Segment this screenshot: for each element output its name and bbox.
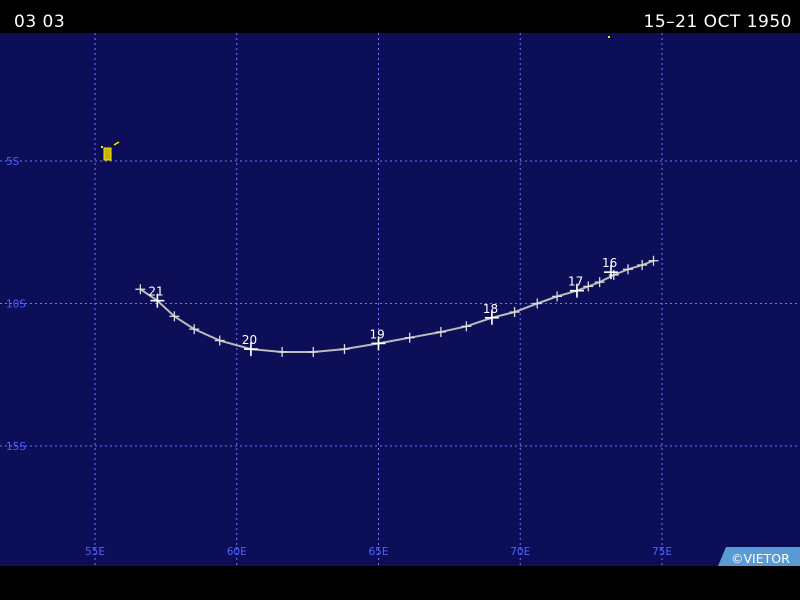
lat-label: 15S — [6, 441, 26, 453]
date-range-label: 15–21 OCT 1950 — [643, 12, 792, 32]
credit-text: ©VIETOR — [731, 551, 790, 566]
day-label: 21 — [148, 285, 163, 299]
day-label: 16 — [602, 256, 617, 270]
map-background — [0, 33, 800, 566]
day-label: 19 — [370, 327, 385, 341]
lon-label: 70E — [510, 546, 530, 558]
lat-label: 5S — [6, 156, 20, 168]
day-label: 17 — [568, 275, 583, 289]
lon-label: 55E — [85, 546, 105, 558]
day-label: 20 — [242, 333, 257, 347]
lon-label: 60E — [227, 546, 247, 558]
lat-label: 10S — [6, 299, 26, 311]
day-label: 18 — [483, 302, 498, 316]
storm-track-map: 55E 60E 65E 70E 75E 5S 10S 15S 16 17 18 19 20 21 ©VI… — [0, 33, 800, 566]
header-bar: 03 03 15–21 OCT 1950 — [0, 0, 800, 33]
lon-label: 65E — [369, 546, 389, 558]
footer-bar — [0, 566, 800, 600]
lon-label: 75E — [652, 546, 672, 558]
storm-id-label: 03 03 — [14, 12, 66, 32]
credit-badge: ©VIETOR — [718, 547, 800, 566]
